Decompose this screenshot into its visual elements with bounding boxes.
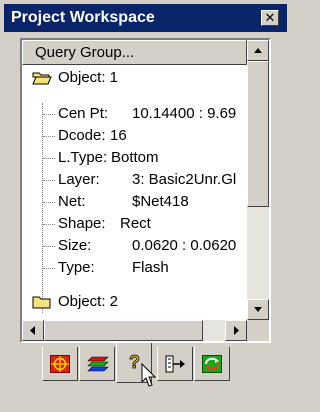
property-label: Dcode: [58,127,106,144]
property-row-ltype[interactable]: L.Type: Bottom [22,147,247,169]
project-workspace-window: Project Workspace ✕ Query Group... Objec… [0,0,291,412]
property-label: Shape: [58,215,106,232]
svg-text:?: ? [129,352,140,372]
property-row-cen-pt[interactable]: Cen Pt: 10.14400 : 9.69 [22,103,247,125]
object-1-label: Object: 1 [58,69,119,86]
scroll-right-button[interactable] [225,320,247,341]
tab-netlist[interactable] [157,347,193,381]
vertical-scrollbar[interactable] [247,40,269,320]
close-button[interactable]: ✕ [261,10,279,26]
property-value: 0.0620 : 0.0620 [132,237,237,254]
property-label: Size: [58,237,92,254]
property-row-dcode[interactable]: Dcode: 16 [22,125,247,147]
crosshair-target-icon [50,355,70,373]
property-value: 10.14400 : 9.69 [132,105,237,122]
property-value: Bottom [111,149,159,166]
tree-node-object-1[interactable]: Object: 1 [22,67,247,89]
property-value: 16 [110,127,127,144]
query-tree-pane: Query Group... Object: 1 Cen Pt: 10.1440… [20,38,271,343]
property-value: Rect [120,215,151,232]
closed-folder-icon [32,296,51,309]
workspace-tab-strip: ? [0,343,291,391]
property-row-net[interactable]: Net: $Net418 [22,191,247,213]
horizontal-scroll-thumb[interactable] [44,320,203,341]
scroll-up-button[interactable] [247,40,269,61]
tab-query[interactable]: ? [116,343,157,387]
property-row-size[interactable]: Size: 0.0620 : 0.0620 [22,235,247,257]
tab-crosshair[interactable] [42,347,78,381]
arrow-left-icon [30,326,35,335]
property-value: 3: Basic2Unr.Gl [132,171,237,188]
tab-refresh[interactable] [194,347,230,381]
scrollbar-corner [247,320,269,341]
property-row-layer[interactable]: Layer: 3: Basic2Unr.Gl [22,169,247,191]
arrow-right-icon [234,326,239,335]
property-label: L.Type: [58,149,108,166]
query-group-header-label: Query Group... [35,44,135,61]
property-label: Layer: [58,171,100,188]
query-tree[interactable]: Object: 1 Cen Pt: 10.14400 : 9.69 Dcode:… [22,65,247,320]
property-label: Cen Pt: [58,105,109,122]
property-value: $Net418 [132,193,189,210]
netlist-icon [165,355,185,373]
arrow-up-icon [254,48,262,53]
close-icon: ✕ [264,10,276,25]
object-2-label: Object: 2 [58,293,119,310]
property-label: Net: [58,193,86,210]
title-bar[interactable]: Project Workspace ✕ [4,4,287,32]
query-group-header[interactable]: Query Group... [22,40,247,65]
property-label: Type: [58,259,95,276]
open-folder-icon [32,72,52,85]
scroll-left-button[interactable] [22,320,44,341]
layers-icon [87,356,109,372]
vertical-scroll-thumb[interactable] [247,61,269,207]
window-title: Project Workspace [11,9,155,26]
property-row-type[interactable]: Type: Flash [22,257,247,279]
tab-layers[interactable] [79,347,115,381]
horizontal-scrollbar[interactable] [22,320,247,341]
property-value: Flash [132,259,169,276]
property-row-shape[interactable]: Shape: Rect [22,213,247,235]
tree-node-object-2[interactable]: Object: 2 [22,291,247,313]
scroll-down-button[interactable] [247,299,269,320]
arrow-down-icon [254,307,262,312]
refresh-icon [202,355,222,373]
